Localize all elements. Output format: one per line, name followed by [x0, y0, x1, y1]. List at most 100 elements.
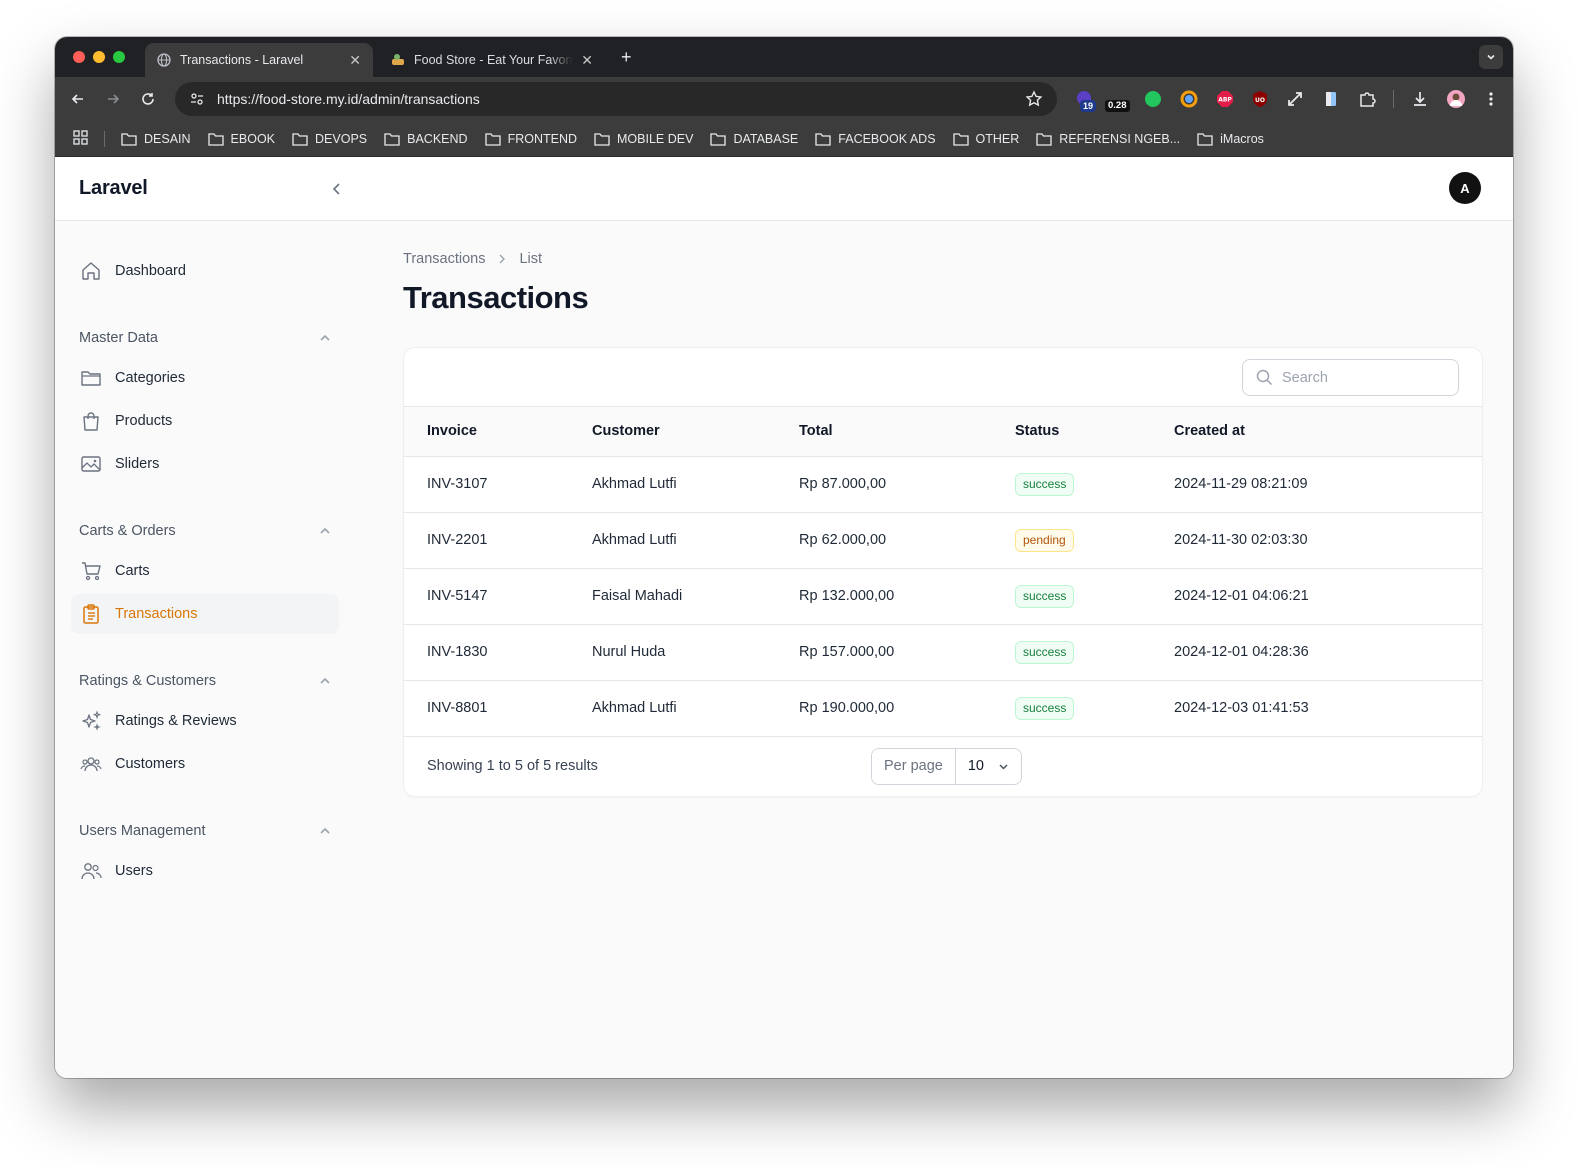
bookmark-label: EBOOK [230, 131, 276, 146]
sidebar-item-label: Products [115, 413, 173, 429]
bookmark-folder[interactable]: REFERENSI NGEB... [1036, 132, 1180, 146]
tab-transactions[interactable]: Transactions - Laravel ✕ [145, 43, 373, 77]
folder-icon [1197, 132, 1213, 146]
table-row[interactable]: INV-2201 Akhmad Lutfi Rp 62.000,00 pendi… [404, 512, 1482, 569]
brand-logo[interactable]: Laravel [79, 177, 148, 200]
green-dot-extension-icon[interactable] [1143, 89, 1163, 109]
adblock-plus-icon[interactable]: ABP [1215, 89, 1235, 109]
sidebar-group-ratings-customers[interactable]: Ratings & Customers [71, 661, 339, 701]
transactions-table: Invoice Customer Total Status Created at… [404, 407, 1482, 737]
sidebar-item-label: Sliders [115, 456, 160, 472]
bookmark-star-icon[interactable] [1025, 90, 1043, 111]
download-icon[interactable] [1410, 89, 1430, 109]
status-badge: pending [1015, 528, 1074, 552]
tab-search-button[interactable] [1479, 45, 1503, 69]
home-icon [79, 259, 103, 283]
chevron-down-icon [999, 763, 1008, 770]
status-cell: success [1015, 456, 1174, 513]
chevron-up-icon [320, 677, 330, 684]
total-cell: Rp 157.000,00 [799, 624, 1015, 681]
table-footer: Showing 1 to 5 of 5 results Per page 10 [404, 737, 1482, 795]
status-cell: success [1015, 568, 1174, 625]
puzzle-icon[interactable] [1357, 89, 1377, 109]
sidebar-group-users-management[interactable]: Users Management [71, 811, 339, 851]
sidebar-item-label: Users [115, 863, 153, 879]
bookmark-folder[interactable]: iMacros [1197, 132, 1264, 146]
created-at-cell: 2024-12-01 04:06:21 [1174, 568, 1482, 625]
table-row[interactable]: INV-8801 Akhmad Lutfi Rp 190.000,00 succ… [404, 680, 1482, 737]
sidebar-item-ratings-reviews[interactable]: Ratings & Reviews [71, 701, 339, 741]
forward-button[interactable] [102, 88, 124, 110]
apps-grid-icon[interactable] [73, 129, 88, 148]
expand-icon[interactable] [1285, 89, 1305, 109]
maximize-window-button[interactable] [113, 51, 125, 63]
reload-button[interactable] [137, 88, 159, 110]
sidebar-group-master-data[interactable]: Master Data [71, 318, 339, 358]
bookmark-label: DEVOPS [315, 131, 368, 146]
search-input[interactable] [1282, 369, 1442, 386]
more-vertical-icon[interactable] [1481, 89, 1501, 109]
ublock-origin-icon[interactable]: UO [1250, 89, 1270, 109]
created-at-cell: 2024-12-03 01:41:53 [1174, 680, 1482, 737]
close-tab-icon[interactable]: ✕ [581, 52, 593, 69]
close-tab-icon[interactable]: ✕ [349, 52, 361, 69]
per-page-dropdown[interactable]: 10 [956, 758, 1021, 774]
pagination-summary: Showing 1 to 5 of 5 results [427, 757, 598, 774]
column-header-customer[interactable]: Customer [592, 407, 799, 457]
sidebar-item-customers[interactable]: Customers [71, 744, 339, 784]
bookmark-folder[interactable]: BACKEND [384, 132, 468, 146]
column-header-created-at[interactable]: Created at [1174, 407, 1482, 457]
color-picker-extension-icon[interactable] [1179, 89, 1199, 109]
bookmark-folder[interactable]: MOBILE DEV [594, 132, 693, 146]
bookmark-folder[interactable]: DESAIN [121, 132, 191, 146]
sidebar: Dashboard Master Data Categories Product… [71, 221, 339, 894]
browser-toolbar: https://food-store.my.id/admin/transacti… [55, 77, 1513, 121]
globe-icon [157, 53, 171, 67]
chevron-up-icon [320, 334, 330, 341]
column-header-invoice[interactable]: Invoice [404, 407, 592, 457]
tab-food-store[interactable]: Food Store - Eat Your Favorite ✕ [379, 43, 605, 77]
sidebar-item-sliders[interactable]: Sliders [71, 444, 339, 484]
profile-avatar-icon[interactable] [1446, 89, 1466, 109]
table-row[interactable]: INV-5147 Faisal Mahadi Rp 132.000,00 suc… [404, 568, 1482, 625]
back-button[interactable] [67, 88, 89, 110]
folder-icon [815, 132, 831, 146]
column-header-total[interactable]: Total [799, 407, 1015, 457]
bookmark-folder[interactable]: DATABASE [710, 132, 798, 146]
clipboard-extension-icon[interactable] [1321, 89, 1341, 109]
column-header-status[interactable]: Status [1015, 407, 1174, 457]
sidebar-item-transactions[interactable]: Transactions [71, 594, 339, 634]
breadcrumb-link[interactable]: Transactions [403, 251, 485, 267]
sidebar-item-carts[interactable]: Carts [71, 551, 339, 591]
minimize-window-button[interactable] [93, 51, 105, 63]
collapse-sidebar-button[interactable] [327, 179, 347, 199]
sidebar-item-label: Ratings & Reviews [115, 713, 237, 729]
sidebar-item-categories[interactable]: Categories [71, 358, 339, 398]
bookmark-folder[interactable]: OTHER [952, 132, 1019, 146]
user-group-icon [79, 752, 103, 776]
chevron-left-icon [332, 183, 340, 195]
table-row[interactable]: INV-3107 Akhmad Lutfi Rp 87.000,00 succe… [404, 456, 1482, 513]
address-bar[interactable]: https://food-store.my.id/admin/transacti… [175, 82, 1057, 116]
sidebar-item-products[interactable]: Products [71, 401, 339, 441]
table-row[interactable]: INV-1830 Nurul Huda Rp 157.000,00 succes… [404, 624, 1482, 681]
bookmark-folder[interactable]: EBOOK [207, 131, 276, 146]
bookmark-folder[interactable]: FRONTEND [484, 132, 577, 146]
per-page-select[interactable]: Per page 10 [871, 747, 1022, 785]
group-label: Master Data [79, 330, 158, 346]
site-settings-icon[interactable] [189, 91, 205, 107]
per-page-value: 10 [967, 758, 984, 774]
invoice-cell: INV-8801 [404, 680, 592, 737]
search-field[interactable] [1242, 359, 1459, 396]
close-window-button[interactable] [73, 51, 85, 63]
group-label: Users Management [79, 823, 206, 839]
bookmark-folder[interactable]: DEVOPS [292, 132, 367, 146]
sidebar-item-dashboard[interactable]: Dashboard [71, 251, 339, 291]
sidebar-item-users[interactable]: Users [71, 851, 339, 891]
bookmark-folder[interactable]: FACEBOOK ADS [815, 132, 936, 146]
clipboard-list-icon [79, 602, 103, 626]
sidebar-group-carts-orders[interactable]: Carts & Orders [71, 511, 339, 551]
user-avatar[interactable]: A [1449, 172, 1481, 204]
users-icon [79, 859, 103, 883]
new-tab-button[interactable]: + [621, 47, 632, 68]
